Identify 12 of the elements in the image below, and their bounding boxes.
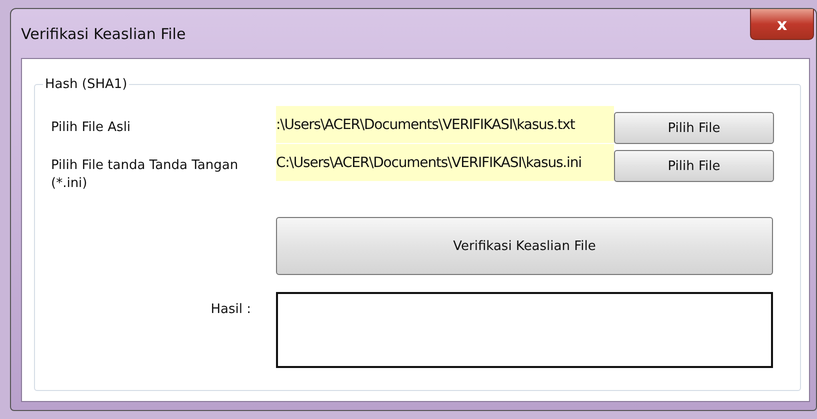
result-box[interactable] [276,292,773,368]
result-label: Hasil : [210,301,251,319]
close-button[interactable]: x [750,9,814,40]
window-title: Verifikasi Keaslian File [21,24,186,42]
verify-button[interactable]: Verifikasi Keaslian File [276,217,773,275]
field-label: Pilih File tanda Tanda Tangan (*.ini) [51,157,240,193]
group-title: Hash (SHA1) [44,77,128,92]
choose-file-button[interactable]: Pilih File [614,150,774,182]
choose-file-button[interactable]: Pilih File [614,112,774,144]
field-label: Pilih File Asli [51,119,132,137]
path-field[interactable]: :\Users\ACER\Documents\VERIFIKASI\kasus.txt [276,106,614,143]
path-field[interactable]: C:\Users\ACER\Documents\VERIFIKASI\kasus.ini [276,144,614,181]
